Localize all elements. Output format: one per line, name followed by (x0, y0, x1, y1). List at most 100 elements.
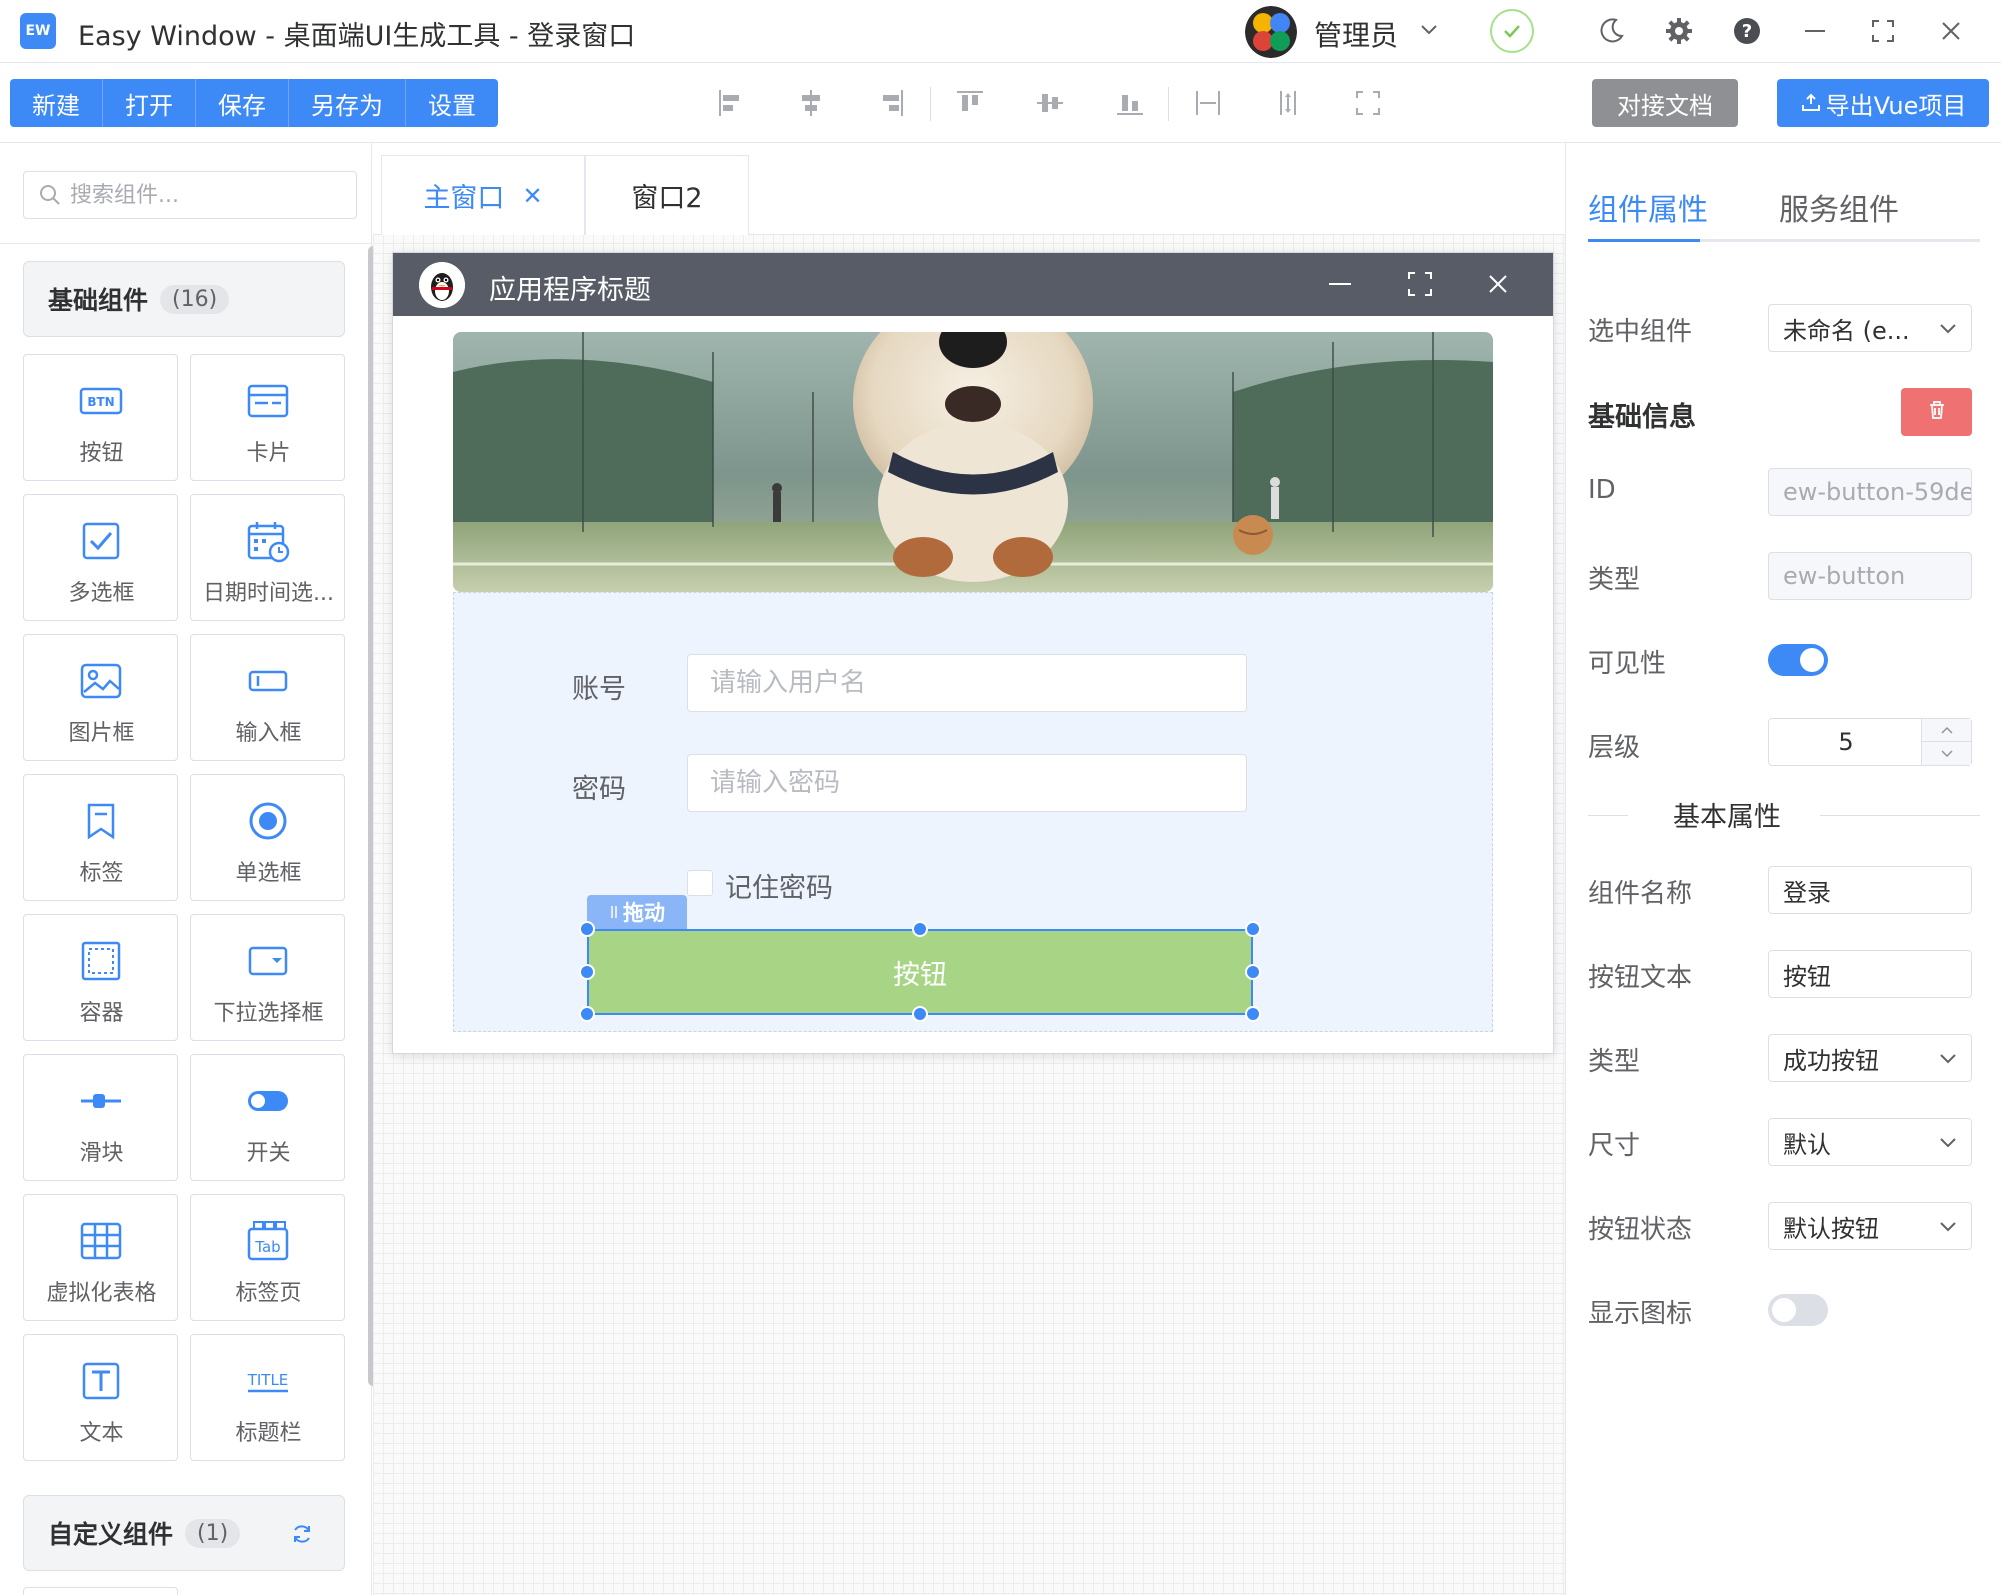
minimize-icon[interactable] (1798, 14, 1832, 48)
button-type-select[interactable]: 成功按钮 (1768, 1034, 1972, 1082)
align-top-icon[interactable] (954, 87, 986, 119)
button-text-input[interactable] (1768, 950, 1972, 998)
custom-component-tile[interactable] (23, 1587, 178, 1595)
close-icon[interactable] (1483, 269, 1513, 299)
user-avatar[interactable] (1245, 6, 1297, 58)
resize-handle-right[interactable] (1245, 964, 1261, 980)
fullscreen-icon[interactable] (1352, 87, 1384, 119)
save-button[interactable]: 保存 (196, 79, 289, 127)
tab-service-components[interactable]: 服务组件 (1779, 185, 1899, 229)
drag-handle[interactable]: 拖动 (587, 895, 687, 929)
component-datetime[interactable]: 日期时间选... (190, 494, 345, 621)
tab-main-window[interactable]: 主窗口 ✕ (381, 155, 585, 235)
component-select[interactable]: 下拉选择框 (190, 914, 345, 1041)
close-icon[interactable] (1934, 14, 1968, 48)
settings-button[interactable]: 设置 (406, 79, 498, 127)
remember-checkbox[interactable] (687, 870, 713, 896)
align-center-v-icon[interactable] (1034, 87, 1066, 119)
tab-component-props[interactable]: 组件属性 (1588, 185, 1708, 229)
new-button[interactable]: 新建 (10, 79, 103, 127)
align-left-icon[interactable] (715, 87, 747, 119)
component-label: 标题栏 (235, 1421, 302, 1446)
component-label: 单选框 (235, 861, 302, 886)
resize-handle-top[interactable] (912, 921, 928, 937)
tab-label: 主窗口 (423, 183, 505, 214)
save-as-button[interactable]: 另存为 (289, 79, 406, 127)
resize-handle-bottom-left[interactable] (579, 1006, 595, 1022)
align-center-h-icon[interactable] (795, 87, 827, 119)
component-label: 多选框 (68, 581, 135, 606)
component-radio[interactable]: 单选框 (190, 774, 345, 901)
drag-label: 拖动 (623, 901, 665, 925)
component-label-widget[interactable]: 标签 (23, 774, 178, 901)
component-card[interactable]: 卡片 (190, 354, 345, 481)
component-text[interactable]: 文本 (23, 1334, 178, 1461)
component-label: 卡片 (246, 441, 291, 466)
close-tab-icon[interactable]: ✕ (522, 182, 542, 210)
resize-handle-bottom-right[interactable] (1245, 1006, 1261, 1022)
maximize-icon[interactable] (1405, 269, 1435, 299)
component-container[interactable]: 容器 (23, 914, 178, 1041)
banner-image[interactable] (453, 332, 1493, 592)
tab-window-2[interactable]: 窗口2 (585, 155, 749, 235)
size-select[interactable]: 默认 (1768, 1118, 1972, 1166)
distribute-horizontal-icon[interactable] (1192, 87, 1224, 119)
visible-toggle[interactable] (1768, 644, 1828, 676)
selected-component-select[interactable]: 未命名 (e... (1768, 304, 1972, 352)
component-slider[interactable]: 滑块 (23, 1054, 178, 1181)
chevron-down-icon[interactable] (1922, 742, 1972, 765)
refresh-icon[interactable] (290, 1522, 314, 1546)
designed-window[interactable]: 应用程序标题 账号 请输入用户名 密码 请输入密码 记住密码 拖动 按钮 (392, 252, 1554, 1054)
image-icon (79, 659, 123, 703)
component-image[interactable]: 图片框 (23, 634, 178, 761)
divider-line (1820, 815, 1980, 816)
component-search[interactable] (23, 171, 357, 219)
basic-components-header[interactable]: 基础组件 (16) (23, 261, 345, 337)
user-name[interactable]: 管理员 (1314, 14, 1398, 54)
login-form-container[interactable]: 账号 密码 记住密码 拖动 按钮 (453, 592, 1493, 1032)
title-icon: TITLE (246, 1359, 290, 1403)
help-icon[interactable]: ? (1730, 14, 1764, 48)
svg-text:Tab: Tab (254, 1238, 280, 1256)
component-tabs[interactable]: Tab 标签页 (190, 1194, 345, 1321)
delete-component-button[interactable] (1901, 388, 1972, 436)
zindex-value[interactable]: 5 (1769, 719, 1923, 765)
resize-handle-left[interactable] (579, 964, 595, 980)
component-title-bar[interactable]: TITLE 标题栏 (190, 1334, 345, 1461)
gear-icon[interactable] (1662, 14, 1696, 48)
distribute-vertical-icon[interactable] (1272, 87, 1304, 119)
component-button[interactable]: BTN 按钮 (23, 354, 178, 481)
chevron-up-icon[interactable] (1922, 719, 1972, 742)
component-checkbox[interactable]: 多选框 (23, 494, 178, 621)
component-input[interactable]: 输入框 (190, 634, 345, 761)
component-virtual-table[interactable]: 虚拟化表格 (23, 1194, 178, 1321)
component-name-input[interactable] (1768, 866, 1972, 914)
resize-handle-top-left[interactable] (579, 921, 595, 937)
align-bottom-icon[interactable] (1114, 87, 1146, 119)
password-input[interactable] (687, 754, 1247, 812)
component-switch[interactable]: 开关 (190, 1054, 345, 1181)
component-label: 标签页 (235, 1281, 302, 1306)
align-right-icon[interactable] (875, 87, 907, 119)
open-button[interactable]: 打开 (103, 79, 196, 127)
chevron-down-icon[interactable] (1418, 18, 1440, 40)
zindex-stepper[interactable]: 5 (1768, 718, 1972, 766)
resize-handle-top-right[interactable] (1245, 921, 1261, 937)
docs-button[interactable]: 对接文档 (1592, 79, 1738, 127)
show-icon-toggle[interactable] (1768, 1294, 1828, 1326)
button-state-select[interactable]: 默认按钮 (1768, 1202, 1972, 1250)
chevron-down-icon (1937, 1215, 1959, 1237)
search-input[interactable] (70, 182, 340, 208)
designed-window-titlebar[interactable]: 应用程序标题 (393, 253, 1553, 316)
file-button-group: 新建 打开 保存 另存为 设置 (10, 79, 498, 127)
check-circle-icon[interactable] (1490, 9, 1534, 53)
resize-handle-bottom[interactable] (912, 1006, 928, 1022)
select-value: 默认按钮 (1783, 1214, 1879, 1243)
export-vue-button[interactable]: 导出Vue项目 (1777, 79, 1989, 127)
selected-login-button[interactable]: 按钮 (587, 929, 1253, 1015)
moon-icon[interactable] (1594, 14, 1628, 48)
maximize-icon[interactable] (1866, 14, 1900, 48)
custom-components-header[interactable]: 自定义组件 (1) (23, 1495, 345, 1571)
account-input[interactable] (687, 654, 1247, 712)
minimize-icon[interactable] (1325, 269, 1355, 299)
